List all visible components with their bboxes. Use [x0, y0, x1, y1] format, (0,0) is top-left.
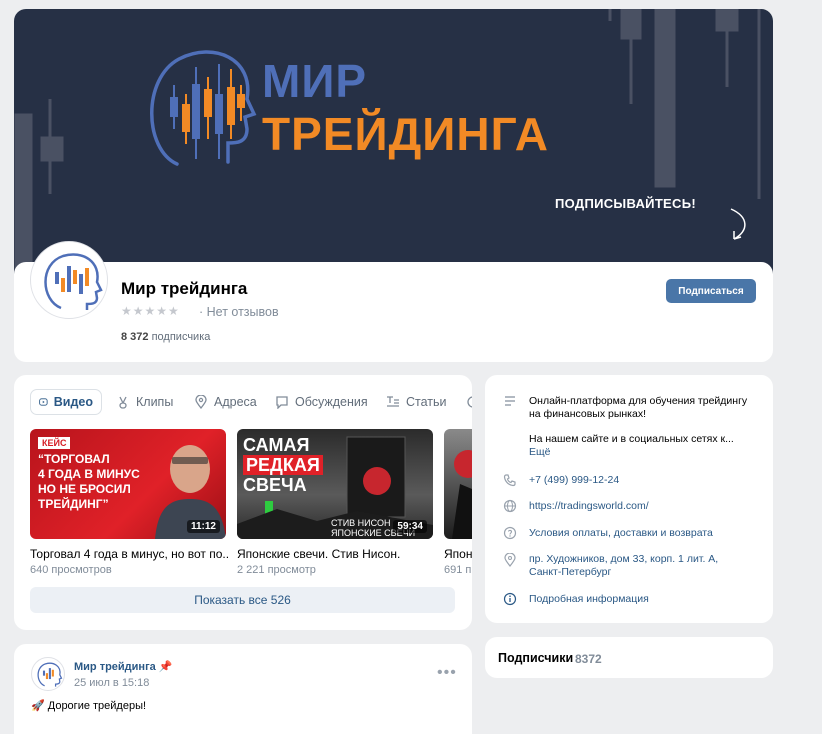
tab-addresses[interactable]: Адреса: [194, 389, 257, 415]
video-thumbnail-2[interactable]: САМАЯ РЕДКАЯ СВЕЧА СТИВ НИСОН ЯПОНСКИЕ С…: [237, 429, 433, 539]
tab-discussions-label: Обсуждения: [295, 395, 368, 409]
cover-title-line1: МИР: [262, 55, 368, 107]
description-icon: [505, 396, 515, 406]
post-date[interactable]: 25 июл в 15:18: [74, 677, 149, 689]
group-name: Мир трейдинга: [121, 279, 248, 298]
case-badge: КЕЙС: [38, 437, 71, 449]
video-thumbnail-3[interactable]: [444, 429, 472, 539]
tab-clips-label: Клипы: [136, 395, 174, 409]
subscribers-count[interactable]: 8 372 подписчика: [121, 331, 210, 343]
subscribe-button[interactable]: Подписаться: [666, 279, 756, 303]
tab-video[interactable]: Видео: [30, 389, 102, 415]
post-menu-button[interactable]: •••: [437, 664, 457, 682]
show-all-videos-button[interactable]: Показать все 526: [30, 587, 455, 613]
video-1-views: 640 просмотров: [30, 564, 112, 576]
video-2-duration: 59:34: [393, 520, 427, 533]
cover-title-line2: ТРЕЙДИНГА: [262, 108, 549, 160]
description-line3: На нашем сайте и в социальных сетях к...: [529, 433, 734, 445]
tab-more[interactable]: [466, 389, 472, 415]
website-link[interactable]: https://tradingsworld.com/: [529, 500, 649, 513]
subscribers-card-label: Подписчики: [498, 651, 574, 665]
tab-articles[interactable]: Статьи: [386, 389, 447, 415]
cover-cta-text: ПОДПИСЫВАЙТЕСЬ!: [555, 196, 696, 211]
subscribers-label: подписчика: [151, 331, 211, 343]
thumb-1-line4: ТРЕЙДИНГ”: [38, 497, 109, 511]
post-author-avatar[interactable]: [31, 657, 65, 691]
thumb-1-text: “ТОРГОВАЛ 4 ГОДА В МИНУС НО НЕ БРОСИЛ ТР…: [38, 452, 140, 512]
video-3-views: 691 п: [444, 564, 472, 576]
clips-icon: [119, 396, 127, 409]
post-card: [14, 644, 472, 734]
reviews-link[interactable]: · Нет отзывов: [199, 305, 279, 319]
address-link[interactable]: пр. Художников, дом 33, корп. 1 лит. А, …: [529, 553, 718, 579]
thumb-1-line2: 4 ГОДА В МИНУС: [38, 467, 140, 481]
description-more-link[interactable]: Ещё: [529, 446, 769, 459]
post-author-name[interactable]: Мир трейдинга 📌: [74, 660, 173, 673]
terms-link[interactable]: Условия оплаты, доставки и возврата: [529, 527, 713, 540]
post-text: 🚀 Дорогие трейдеры!: [31, 700, 147, 712]
post-author-label: Мир трейдинга: [74, 661, 156, 673]
video-1-title[interactable]: Торговал 4 года в минус, но вот по...: [30, 547, 230, 561]
pin-icon: 📌: [158, 661, 173, 673]
samurai-art: [452, 450, 472, 539]
location-icon: [195, 395, 207, 409]
phone-icon: [503, 474, 516, 487]
group-avatar[interactable]: [30, 241, 108, 319]
video-1-duration: 11:12: [186, 520, 220, 533]
more-tab-icon: [467, 396, 472, 408]
media-tabs: Видео Клипы Адреса Обсуждения Статьи: [30, 389, 472, 415]
post-logo-icon: [37, 662, 63, 687]
phone-link[interactable]: +7 (499) 999-12-24: [529, 474, 619, 487]
subscribers-number: 8 372: [121, 331, 149, 343]
tab-clips[interactable]: Клипы: [116, 389, 173, 415]
video-2-views: 2 221 просмотр: [237, 564, 316, 576]
logo-icon: [44, 253, 103, 310]
description-line1: Онлайн-платформа для обучения трейдингу: [529, 395, 748, 407]
info-icon: [503, 592, 517, 606]
address-line1: пр. Художников, дом 33, корп. 1 лит. А,: [529, 553, 719, 565]
articles-icon: [387, 396, 399, 407]
globe-icon: [503, 499, 517, 513]
address-line2: Санкт-Петербург: [529, 566, 612, 578]
help-icon: [503, 526, 517, 540]
tab-articles-label: Статьи: [406, 395, 447, 409]
video-3-title[interactable]: Япон: [444, 547, 472, 561]
video-2-title[interactable]: Японские свечи. Стив Нисон.: [237, 547, 437, 561]
discussion-icon: [276, 396, 288, 409]
thumb-1-line3: НО НЕ БРОСИЛ: [38, 482, 131, 496]
description-line2: на финансовых рынках!: [529, 408, 647, 420]
rating-stars[interactable]: ★★★★★: [121, 304, 180, 318]
location-pin-icon: [504, 553, 516, 567]
details-link[interactable]: Подробная информация: [529, 593, 649, 606]
video-thumbnail-1[interactable]: КЕЙС “ТОРГОВАЛ 4 ГОДА В МИНУС НО НЕ БРОС…: [30, 429, 226, 539]
tab-discussions[interactable]: Обсуждения: [275, 389, 368, 415]
tab-addresses-label: Адреса: [214, 395, 257, 409]
subscribers-card-count: 8372: [575, 652, 602, 666]
tab-video-label: Видео: [53, 395, 93, 409]
video-icon: [39, 398, 48, 406]
info-description: Онлайн-платформа для обучения трейдингу …: [529, 395, 769, 459]
thumb-1-line1: “ТОРГОВАЛ: [38, 452, 110, 466]
